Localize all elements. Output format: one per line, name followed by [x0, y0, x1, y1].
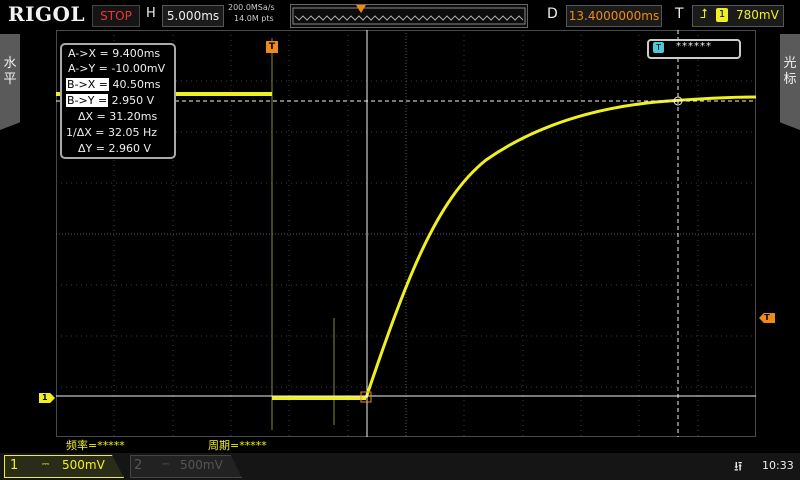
readout-row-dx: ΔX = 31.20ms: [78, 110, 157, 123]
delay-label: D: [547, 6, 558, 22]
horizontal-label: H: [146, 6, 156, 21]
channel1-scale: 500mV: [62, 458, 105, 472]
readout-value: 2.960 V: [108, 142, 151, 155]
cursor-readout-panel: A->X = 9.400ms A->Y = -10.00mV B->X = 40…: [60, 43, 176, 159]
memory-depth: 14.0M pts: [234, 14, 274, 23]
readout-row-bx: B->X = 40.50ms: [66, 78, 160, 91]
readout-value: 2.950 V: [111, 94, 155, 107]
channel1-offset-marker[interactable]: 1: [39, 393, 55, 403]
frequency-measurement: 频率=*****: [66, 439, 125, 452]
readout-row-ax: A->X = 9.400ms: [68, 47, 160, 60]
readout-label: A->X =: [68, 47, 109, 60]
readout-value: -10.00mV: [111, 62, 166, 75]
horizontal-menu-label: 水平: [3, 56, 17, 87]
readout-label: B->X =: [66, 78, 109, 91]
usb-icon: ⭿: [734, 460, 743, 475]
memory-overview-bar[interactable]: [290, 4, 528, 28]
channel2-scale: 500mV: [180, 458, 223, 472]
trigger-source-badge: 1: [716, 8, 728, 22]
trigger-label: T: [675, 6, 684, 22]
run-stop-status[interactable]: STOP: [92, 5, 140, 27]
readout-value: 9.400ms: [112, 47, 161, 60]
trigger-position-marker: [356, 5, 366, 13]
brand-logo: RIGOL: [8, 2, 86, 26]
cursor-menu-tab[interactable]: 光标: [780, 34, 800, 130]
readout-label: ΔY =: [78, 142, 105, 155]
trigger-time-marker[interactable]: T: [266, 41, 278, 53]
channel1-number: 1: [10, 458, 19, 473]
readout-label: ΔX =: [78, 110, 106, 123]
channel2-number: 2: [134, 458, 143, 473]
notification-icon: T: [653, 42, 664, 53]
readout-row-dy: ΔY = 2.960 V: [78, 142, 151, 155]
trigger-level-value: 780mV: [736, 8, 779, 22]
system-clock: 10:33: [762, 459, 794, 472]
readout-row-by: B->Y = 2.950 V: [66, 94, 154, 107]
readout-value: 40.50ms: [112, 78, 161, 91]
rising-edge-icon: ⮥: [700, 7, 708, 22]
readout-label: A->Y =: [68, 62, 108, 75]
cursor-menu-label: 光标: [783, 56, 797, 87]
horizontal-menu-tab[interactable]: 水平: [0, 34, 20, 130]
readout-value: 31.20ms: [109, 110, 158, 123]
memory-overview-waveform: [292, 7, 526, 25]
trigger-delay-value[interactable]: 13.4000000ms: [566, 5, 662, 27]
trigger-level-marker[interactable]: T: [759, 313, 775, 323]
readout-label: B->Y =: [66, 94, 109, 107]
readout-row-ay: A->Y = -10.00mV: [68, 62, 165, 75]
period-measurement: 周期=*****: [208, 439, 267, 452]
dc-coupling-icon: ⎓: [42, 460, 50, 470]
sample-rate: 200.0MSa/s: [228, 3, 275, 12]
readout-value: 32.05 Hz: [107, 126, 158, 139]
readout-label: 1/ΔX =: [66, 126, 105, 139]
readout-row-inv-dx: 1/ΔX = 32.05 Hz: [66, 126, 157, 139]
dc-coupling-icon: ⎓: [162, 460, 170, 470]
notification-text: ******: [676, 41, 712, 52]
timebase-value[interactable]: 5.000ms: [162, 5, 224, 27]
